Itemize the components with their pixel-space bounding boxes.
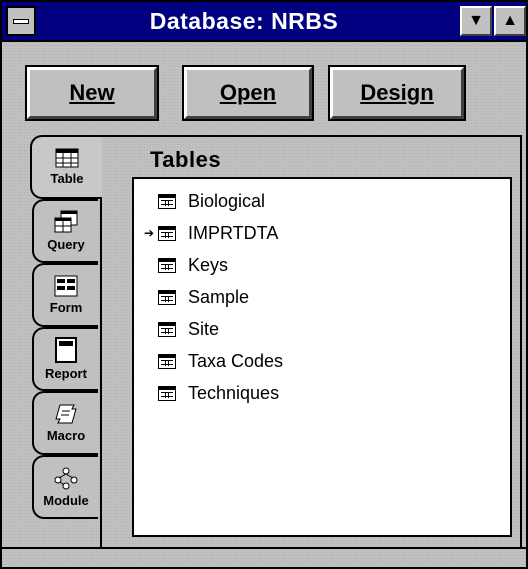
list-item[interactable]: Keys [144,251,504,279]
list-item[interactable]: ➔ IMPRTDTA [144,219,504,247]
report-icon [55,337,77,363]
table-icon [158,385,176,401]
table-icon [55,148,79,168]
system-menu-button[interactable] [6,6,36,36]
list-item-label: Biological [188,190,266,211]
tab-report[interactable]: Report [32,327,98,391]
window-title: Database: NRBS [149,7,339,34]
minimize-button[interactable]: ▼ [460,6,492,36]
tab-table[interactable]: Table [30,135,102,199]
list-item-label: Techniques [188,382,280,403]
list-item-label: Site [188,318,220,339]
tab-macro[interactable]: Macro [32,391,98,455]
tab-macro-label: Macro [46,428,86,443]
tab-report-label: Report [45,366,87,381]
focus-arrow-icon: ➔ [144,226,155,240]
table-icon [158,289,176,305]
list-item-label: Taxa Codes [188,350,284,371]
new-button-label: New [69,80,115,105]
tab-module-label: Module [43,493,89,508]
list-item-label: Sample [188,286,250,307]
tab-form[interactable]: Form [32,263,98,327]
tab-query-label: Query [47,237,85,252]
maximize-icon: ▲ [502,12,518,29]
tables-list[interactable]: Biological ➔ IMPRTDTA Keys Sample Site T… [132,177,512,537]
table-icon [158,257,176,273]
list-item-label: Keys [188,254,229,275]
tab-module[interactable]: Module [32,455,98,519]
tab-table-label: Table [50,171,84,186]
list-item-label: IMPRTDTA [188,222,279,243]
table-icon [158,225,176,241]
table-icon [158,321,176,337]
list-item[interactable]: Sample [144,283,504,311]
macro-icon [55,404,77,424]
table-icon [158,353,176,369]
tab-query[interactable]: Query [32,199,98,263]
design-button[interactable]: Design [328,65,466,121]
form-icon [54,275,78,297]
module-icon [54,467,78,490]
panel-title: Tables [150,147,222,172]
list-item[interactable]: Techniques [144,379,504,407]
minimize-icon: ▼ [468,12,484,29]
design-button-label: Design [360,80,434,105]
table-icon [158,193,176,209]
tab-form-label: Form [49,300,83,315]
title-bar[interactable]: Database: NRBS ▼ ▲ [2,2,526,42]
database-window: Database: NRBS ▼ ▲ New Open Design Table [0,0,528,569]
maximize-button[interactable]: ▲ [494,6,526,36]
list-item[interactable]: Biological [144,187,504,215]
query-icon [54,210,78,233]
new-button[interactable]: New [25,65,159,121]
system-menu-icon [13,18,29,24]
status-strip [2,547,526,567]
open-button-label: Open [219,80,277,105]
open-button[interactable]: Open [182,65,314,121]
list-item[interactable]: Taxa Codes [144,347,504,375]
list-item[interactable]: Site [144,315,504,343]
